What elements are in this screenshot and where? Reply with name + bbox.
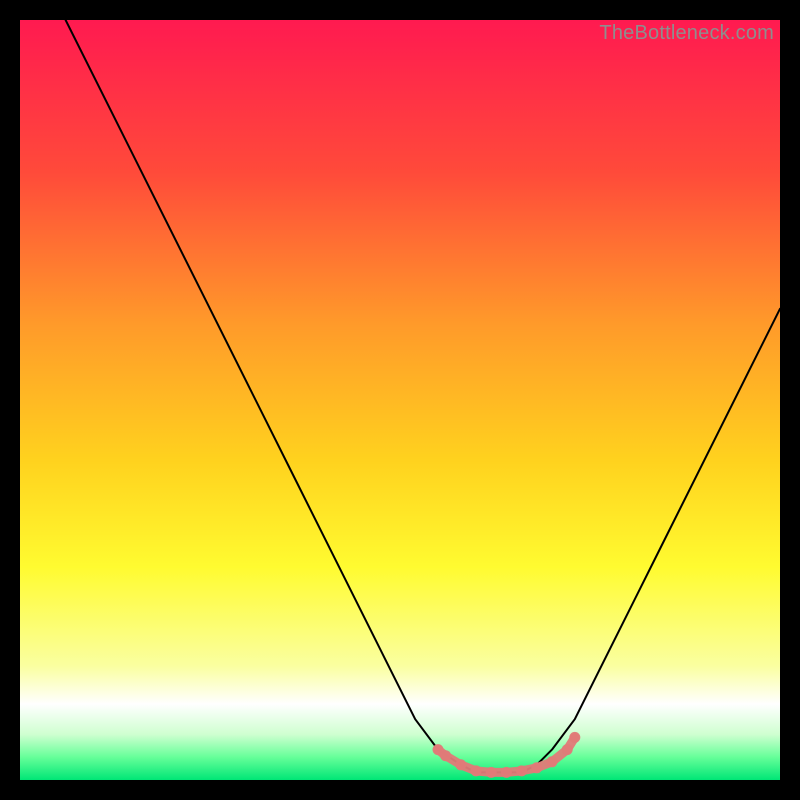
chart-frame: TheBottleneck.com	[20, 20, 780, 780]
chart-background	[20, 20, 780, 780]
bottleneck-chart	[20, 20, 780, 780]
watermark-label: TheBottleneck.com	[599, 22, 774, 45]
